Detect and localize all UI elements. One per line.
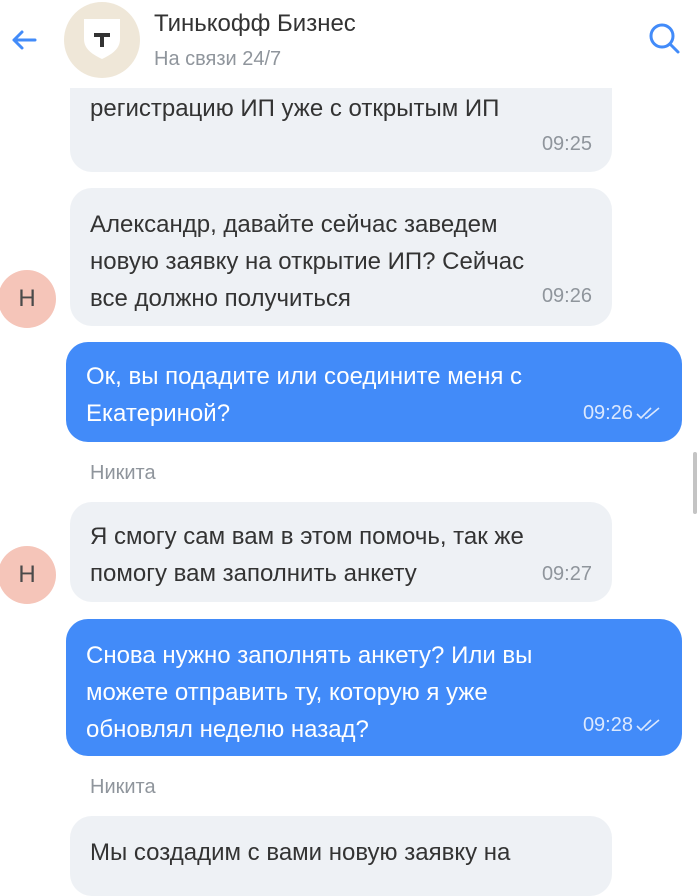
message-text: регистрацию ИП уже с открытым ИП [90, 95, 500, 122]
scrollbar[interactable] [693, 452, 697, 514]
double-check-icon [636, 402, 662, 426]
message-text: Александр, давайте сейчас заведем [90, 211, 498, 238]
message-time: 09:26 [582, 402, 633, 425]
avatar: Н [0, 546, 56, 604]
message-text: Ок, вы подадите или соедините меня с [86, 363, 522, 390]
message-bubble-outgoing[interactable]: Снова нужно заполнять анкету? Или вы мож… [66, 619, 682, 756]
chat-title: Тинькофф Бизнес [154, 10, 356, 37]
chat-subtitle: На связи 24/7 [154, 48, 282, 70]
message-text: новую заявку на открытие ИП? Сейчас [90, 248, 525, 275]
message-time-block: 09:28 [583, 713, 662, 738]
message-text: все должно получиться [90, 285, 351, 312]
avatar[interactable] [64, 2, 140, 78]
avatar: Н [0, 270, 56, 328]
message-bubble-outgoing[interactable]: Ок, вы подадите или соедините меня с Ека… [66, 342, 682, 442]
search-icon [644, 23, 684, 62]
message-time: 09:25 [541, 133, 592, 155]
message-text: помогу вам заполнить анкету [90, 560, 417, 587]
message-time: 09:27 [541, 563, 592, 585]
message-bubble-incoming[interactable]: Мы создадим с вами новую заявку на [70, 816, 612, 896]
search-button[interactable] [644, 18, 684, 58]
message-text: Мы создадим с вами новую заявку на [90, 839, 511, 866]
message-text: можете отправить ту, которую я уже [86, 679, 488, 706]
back-button[interactable] [6, 22, 42, 58]
message-text: обновлял неделю назад? [86, 716, 369, 743]
chat-header: Тинькофф Бизнес На связи 24/7 [0, 0, 700, 88]
tinkoff-logo-icon [82, 17, 122, 66]
message-text: Я смогу сам вам в этом помочь, так же [90, 523, 524, 550]
message-bubble-incoming[interactable]: Я смогу сам вам в этом помочь, так же по… [70, 502, 612, 602]
message-text: Екатериной? [86, 400, 231, 427]
message-time: 09:28 [582, 714, 633, 737]
double-check-icon [636, 714, 662, 738]
message-time: 09:26 [541, 285, 592, 307]
chat-area: регистрацию ИП уже с открытым ИП 09:25 Н… [0, 0, 700, 896]
message-text: Снова нужно заполнять анкету? Или вы [86, 642, 533, 669]
arrow-left-icon [6, 30, 42, 62]
sender-name: Никита [90, 462, 156, 484]
sender-name: Никита [90, 776, 156, 798]
message-time-block: 09:26 [583, 401, 662, 426]
message-bubble-incoming[interactable]: Александр, давайте сейчас заведем новую … [70, 188, 612, 326]
